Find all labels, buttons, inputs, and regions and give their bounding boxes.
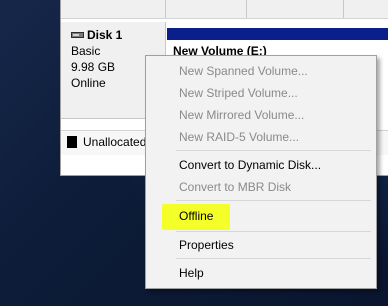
disk-drive-icon: [71, 32, 84, 38]
column-divider: [165, 0, 166, 18]
menu-separator: [176, 258, 371, 259]
disk-status: Online: [71, 76, 106, 90]
menu-separator: [176, 200, 371, 201]
column-divider: [246, 0, 247, 18]
menu-separator: [176, 231, 371, 232]
menu-item-help[interactable]: Help: [179, 266, 204, 280]
legend-unallocated: Unallocated: [83, 135, 147, 149]
menu-item-properties[interactable]: Properties: [179, 238, 234, 252]
disk-name-row: Disk 1: [71, 28, 122, 42]
volume-header-bar: [167, 28, 388, 40]
disk-name: Disk 1: [87, 28, 123, 42]
menu-separator: [176, 150, 371, 151]
menu-item-convert-to-mbr-disk[interactable]: Convert to MBR Disk: [179, 180, 291, 194]
menu-item-offline[interactable]: Offline: [179, 209, 213, 223]
menu-item-convert-to-dynamic-disk[interactable]: Convert to Dynamic Disk...: [179, 158, 321, 172]
disk-size: 9.98 GB: [71, 60, 116, 74]
column-header-strip: [61, 0, 388, 19]
disk-type: Basic: [71, 44, 101, 58]
menu-item-new-mirrored-volume[interactable]: New Mirrored Volume...: [179, 108, 304, 122]
disk-context-menu: New Spanned Volume... New Striped Volume…: [145, 55, 377, 289]
menu-item-new-spanned-volume[interactable]: New Spanned Volume...: [179, 64, 308, 78]
menu-item-new-striped-volume[interactable]: New Striped Volume...: [179, 86, 298, 100]
unallocated-swatch: [67, 136, 77, 148]
column-divider: [343, 0, 344, 18]
menu-item-new-raid5-volume[interactable]: New RAID-5 Volume...: [179, 130, 299, 144]
